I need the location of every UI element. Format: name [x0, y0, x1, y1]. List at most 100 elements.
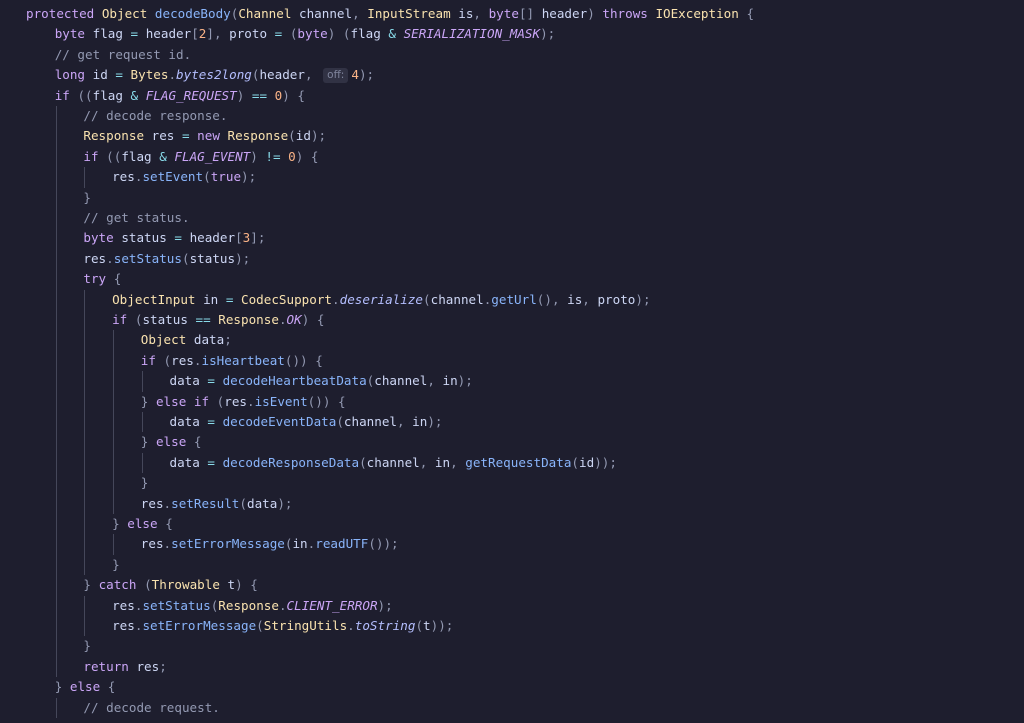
- code-line[interactable]: }: [83, 188, 91, 208]
- code-token: (),: [536, 291, 568, 307]
- code-token: res: [136, 658, 160, 674]
- code-token: OK: [286, 312, 302, 327]
- code-line[interactable]: // get request id.: [55, 45, 191, 65]
- code-token: channel: [343, 414, 397, 429]
- code-editor[interactable]: protected Object decodeBody (Channel chan…: [0, 0, 1024, 723]
- code-line[interactable]: if ((flag & FLAG_REQUEST) == 0) {: [55, 86, 305, 106]
- code-token: .: [278, 312, 287, 327]
- code-token: decodeEventData: [222, 414, 337, 429]
- code-token: proto: [229, 26, 275, 42]
- code-token: StringUtils: [263, 618, 348, 633]
- code-token: =: [207, 414, 223, 429]
- code-line[interactable]: long id = Bytes.bytes2long(header, off: 4…: [55, 65, 374, 85]
- code-token: in: [292, 536, 308, 552]
- code-token: res: [140, 495, 164, 511]
- code-token: header: [189, 230, 236, 246]
- code-line[interactable]: byte status = header[3];: [83, 228, 265, 248]
- code-token: .: [163, 495, 172, 511]
- code-line[interactable]: byte flag = header[2], proto = (byte) (f…: [55, 24, 556, 44]
- code-line[interactable]: Object data;: [141, 330, 232, 350]
- code-token: readUTF: [315, 536, 369, 552]
- code-token: Object: [101, 6, 155, 21]
- code-token: !=: [265, 148, 289, 164]
- code-line[interactable]: res.setErrorMessage(in.readUTF());: [141, 534, 399, 554]
- code-token: // get request id.: [54, 46, 192, 62]
- indent-guide: [84, 289, 86, 576]
- code-line[interactable]: } else {: [141, 432, 202, 452]
- code-line[interactable]: }: [83, 636, 91, 656]
- code-line[interactable]: // get status.: [83, 208, 189, 228]
- code-line[interactable]: } catch (Throwable t) {: [83, 575, 257, 595]
- code-token: [: [235, 230, 243, 246]
- code-token: true: [210, 169, 242, 185]
- code-line[interactable]: protected Object decodeBody(Channel chan…: [26, 4, 754, 24]
- code-token: {: [113, 271, 122, 287]
- code-token: .: [278, 597, 287, 613]
- code-token: .: [347, 618, 355, 633]
- code-token: =: [130, 26, 146, 42]
- code-token: // decode response.: [83, 108, 228, 123]
- code-line[interactable]: data = decodeHeartbeatData(channel, in);: [170, 371, 473, 391]
- code-line[interactable]: } else if (res.isEvent()) {: [141, 392, 346, 412]
- code-token: {: [746, 6, 755, 21]
- code-token: data: [193, 332, 225, 348]
- code-token: ) {: [282, 87, 305, 103]
- code-line[interactable]: } else {: [55, 677, 116, 697]
- code-token: else: [69, 679, 108, 695]
- code-token: =: [174, 230, 190, 246]
- code-token: }: [54, 679, 70, 695]
- code-token: ,: [582, 291, 598, 307]
- code-line[interactable]: if (res.isHeartbeat()) {: [141, 351, 323, 371]
- code-token: ==: [251, 87, 275, 103]
- code-line[interactable]: Response res = new Response(id);: [83, 126, 326, 146]
- code-line[interactable]: if ((flag & FLAG_EVENT) != 0) {: [83, 147, 318, 167]
- code-token: .: [163, 536, 172, 552]
- code-line[interactable]: }: [141, 473, 149, 493]
- code-token: byte: [488, 6, 519, 21]
- code-token: CodecSupport: [241, 291, 333, 307]
- code-line[interactable]: res.setResult(data);: [141, 494, 293, 514]
- code-token: // get status.: [83, 210, 190, 225]
- code-line[interactable]: data = decodeEventData(channel, in);: [170, 412, 443, 432]
- code-token: in: [442, 373, 458, 389]
- code-line[interactable]: // decode request.: [83, 698, 219, 718]
- code-token: byte: [297, 26, 328, 42]
- code-token: InputStream: [367, 6, 459, 21]
- code-token: res: [112, 169, 135, 185]
- code-token: );: [235, 250, 251, 266]
- code-token: toString: [354, 618, 416, 633]
- code-line[interactable]: try {: [83, 269, 121, 289]
- code-line[interactable]: res.setStatus(status);: [83, 249, 250, 269]
- code-token: (: [163, 352, 172, 368]
- code-token: channel: [430, 291, 484, 307]
- code-line[interactable]: return res;: [83, 657, 166, 677]
- code-token: protected: [26, 6, 102, 21]
- code-token: 4: [351, 67, 359, 83]
- code-line[interactable]: }: [112, 555, 120, 575]
- code-token: (: [256, 618, 264, 633]
- code-token: id: [295, 128, 311, 144]
- code-token: ,: [427, 373, 443, 389]
- indent-guide: [55, 697, 57, 718]
- code-line[interactable]: } else {: [112, 514, 173, 534]
- code-line[interactable]: res.setErrorMessage(StringUtils.toString…: [112, 616, 453, 636]
- code-token: FLAG_EVENT: [174, 148, 251, 164]
- code-line[interactable]: ObjectInput in = CodecSupport.deserializ…: [112, 290, 650, 310]
- code-line[interactable]: data = decodeResponseData(channel, in, g…: [170, 453, 617, 473]
- code-token: else: [155, 434, 194, 450]
- code-token: setErrorMessage: [142, 618, 257, 633]
- code-token: Response: [218, 312, 279, 327]
- indent-guide: [141, 371, 143, 392]
- indent-guide: [84, 167, 86, 188]
- code-line[interactable]: res.setStatus(Response.CLIENT_ERROR);: [112, 596, 393, 616]
- code-token: Object: [140, 332, 194, 348]
- code-line[interactable]: // decode response.: [83, 106, 227, 126]
- code-token: =: [207, 454, 223, 470]
- code-token: t: [423, 618, 431, 633]
- code-token: try: [83, 271, 114, 287]
- code-token: (: [359, 454, 367, 470]
- code-token: data: [169, 373, 208, 389]
- code-token: id: [579, 454, 595, 470]
- code-line[interactable]: res.setEvent(true);: [112, 167, 256, 187]
- code-line[interactable]: if (status == Response.OK) {: [112, 310, 324, 330]
